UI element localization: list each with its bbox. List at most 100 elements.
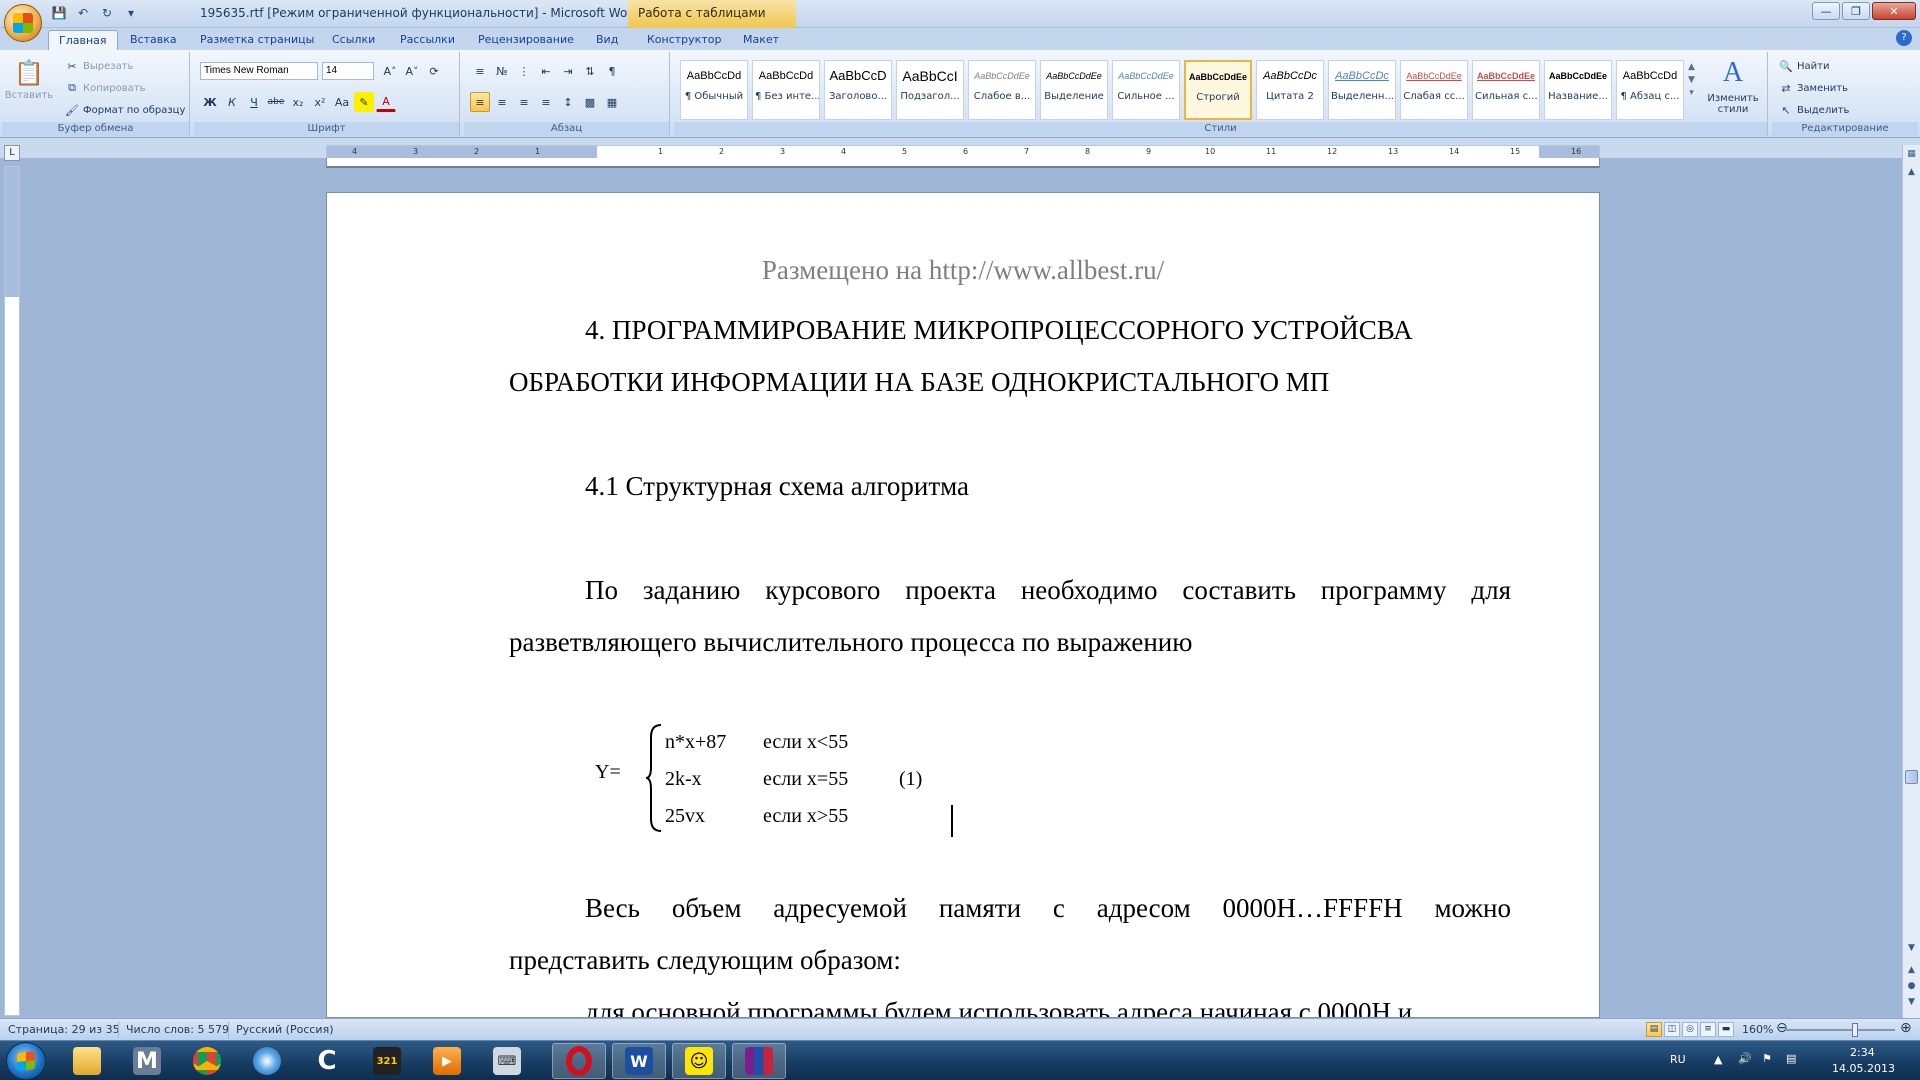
shading-icon[interactable]: ▩ — [580, 92, 600, 112]
clear-format-icon[interactable]: ⟳ — [424, 61, 444, 81]
italic-button[interactable]: К — [222, 92, 242, 112]
print-layout-icon[interactable]: ▤ — [1646, 1022, 1662, 1037]
increase-indent-icon[interactable]: ⇥ — [558, 61, 578, 81]
smiley-app-taskbar-button[interactable]: ☺ — [672, 1043, 726, 1079]
style-list-paragraph[interactable]: AaBbCcDd ¶ Абзац с... — [1616, 60, 1684, 120]
save-icon[interactable]: 💾 — [50, 4, 68, 22]
chrome-taskbar-button[interactable] — [180, 1043, 234, 1079]
tab-references[interactable]: Ссылки — [322, 30, 385, 50]
minimize-button[interactable]: — — [1812, 2, 1840, 20]
app-circle-taskbar-button[interactable] — [240, 1043, 294, 1079]
font-name-select[interactable]: Times New Roman — [200, 62, 318, 80]
styles-scroll[interactable]: ▲ ▼ ▾ — [1688, 62, 1695, 98]
paste-button[interactable]: 📋 Вставить — [5, 58, 53, 101]
office-button[interactable] — [4, 4, 42, 42]
close-button[interactable]: ✕ — [1872, 2, 1916, 20]
opera-taskbar-button[interactable] — [552, 1043, 606, 1079]
scroll-down-arrow-icon[interactable]: ▼ — [1905, 943, 1918, 953]
tab-layout[interactable]: Макет — [733, 30, 789, 50]
word-taskbar-button[interactable]: W — [612, 1043, 666, 1079]
numbering-icon[interactable]: № — [492, 61, 512, 81]
keyboard-app-taskbar-button[interactable]: ⌨ — [480, 1043, 534, 1079]
vertical-ruler[interactable] — [4, 166, 20, 1016]
vertical-scrollbar[interactable]: ▦ ▲ ▼ ▲ ● ▼ — [1902, 145, 1920, 1018]
tab-home[interactable]: Главная — [48, 30, 118, 50]
style-quote[interactable]: AaBbCcDc Цитата 2 — [1256, 60, 1324, 120]
style-emphasis[interactable]: AaBbCcDdEe Выделение — [1040, 60, 1108, 120]
style-book-title[interactable]: AaBbCcDdEe Название... — [1544, 60, 1612, 120]
zoom-level[interactable]: 160% — [1742, 1023, 1773, 1036]
document-page[interactable]: Размещено на http://www.allbest.ru/ 4. П… — [326, 192, 1600, 1018]
subscript-button[interactable]: x₂ — [288, 92, 308, 112]
bold-button[interactable]: Ж — [200, 92, 220, 112]
action-center-flag-icon[interactable]: ⚑ — [1762, 1052, 1772, 1065]
find-button[interactable]: 🔍 Найти — [1778, 58, 1829, 74]
cut-button[interactable]: ✂ Вырезать — [64, 58, 133, 74]
change-styles-button[interactable]: A Изменить стили — [1704, 56, 1762, 115]
draft-icon[interactable]: ▬ — [1718, 1022, 1734, 1037]
tab-insert[interactable]: Вставка — [120, 30, 187, 50]
page-counter[interactable]: Страница: 29 из 35 — [8, 1023, 120, 1036]
format-painter-button[interactable]: 🖌 Формат по образцу — [64, 102, 185, 118]
zoom-in-icon[interactable]: ⊕ — [1900, 1020, 1912, 1036]
zoom-out-icon[interactable]: ⊖ — [1776, 1020, 1788, 1036]
language-bar[interactable]: RU — [1670, 1053, 1686, 1066]
decrease-indent-icon[interactable]: ⇤ — [536, 61, 556, 81]
full-screen-reading-icon[interactable]: ◫ — [1664, 1022, 1680, 1037]
style-subtitle[interactable]: AaBbCcI Подзагол... — [896, 60, 964, 120]
sort-icon[interactable]: ⇅ — [580, 61, 600, 81]
ruler-toggle-icon[interactable]: ▦ — [1905, 149, 1918, 159]
explorer-taskbar-button[interactable] — [60, 1043, 114, 1079]
style-subtle-reference[interactable]: AaBbCcDdEe Слабая сс... — [1400, 60, 1468, 120]
more-styles-icon[interactable]: ▾ — [1689, 88, 1694, 98]
copy-button[interactable]: ⧉ Копировать — [64, 80, 145, 96]
style-subtle-emphasis[interactable]: AaBbCcDdEe Слабое в... — [968, 60, 1036, 120]
multilevel-list-icon[interactable]: ⋮ — [514, 61, 534, 81]
borders-icon[interactable]: ▦ — [602, 92, 622, 112]
winrar-taskbar-button[interactable] — [732, 1043, 786, 1079]
scroll-thumb[interactable] — [1905, 770, 1918, 784]
tab-design[interactable]: Конструктор — [637, 30, 731, 50]
media-player-classic-taskbar-button[interactable]: 321 — [360, 1043, 414, 1079]
app-c-taskbar-button[interactable]: C — [300, 1043, 354, 1079]
scroll-up-arrow-icon[interactable]: ▲ — [1905, 167, 1918, 177]
bullets-icon[interactable]: ≡ — [470, 61, 490, 81]
clock-time[interactable]: 2:34 — [1850, 1046, 1875, 1059]
tab-selector-icon[interactable]: L — [4, 145, 20, 161]
highlight-icon[interactable]: ✎ — [354, 92, 374, 112]
volume-icon[interactable]: 🔊 — [1738, 1052, 1752, 1065]
web-layout-icon[interactable]: ◎ — [1682, 1022, 1698, 1037]
font-color-button[interactable]: A — [376, 92, 396, 112]
browse-object-icon[interactable]: ● — [1905, 981, 1918, 991]
select-button[interactable]: ↖ Выделить — [1778, 102, 1849, 118]
word-count[interactable]: Число слов: 5 579 — [126, 1023, 229, 1036]
start-button[interactable] — [6, 1042, 46, 1080]
redo-icon[interactable]: ↻ — [98, 4, 116, 22]
grow-font-icon[interactable]: A˄ — [380, 61, 400, 81]
language-indicator[interactable]: Русский (Россия) — [236, 1023, 334, 1036]
clock-date[interactable]: 14.05.2013 — [1832, 1062, 1895, 1075]
style-intense-quote[interactable]: AaBbCcDc Выделенн... — [1328, 60, 1396, 120]
shrink-font-icon[interactable]: A˅ — [402, 61, 422, 81]
media-player-taskbar-button[interactable]: ▶ — [420, 1043, 474, 1079]
maximize-button[interactable]: ❐ — [1842, 2, 1870, 20]
style-no-spacing[interactable]: AaBbCcDd ¶ Без инте... — [752, 60, 820, 120]
show-marks-icon[interactable]: ¶ — [602, 61, 622, 81]
underline-button[interactable]: Ч — [244, 92, 264, 112]
align-right-icon[interactable]: ≡ — [514, 92, 534, 112]
tab-mailings[interactable]: Рассылки — [390, 30, 465, 50]
outline-icon[interactable]: ≡ — [1700, 1022, 1716, 1037]
superscript-button[interactable]: x² — [310, 92, 330, 112]
style-heading[interactable]: AaBbCcD Заголово... — [824, 60, 892, 120]
style-intense-reference[interactable]: AaBbCcDdEe Сильная с... — [1472, 60, 1540, 120]
app-m-taskbar-button[interactable]: M — [120, 1043, 174, 1079]
undo-icon[interactable]: ↶ — [74, 4, 92, 22]
change-case-button[interactable]: Aa — [332, 92, 352, 112]
line-spacing-icon[interactable]: ↕ — [558, 92, 578, 112]
style-normal[interactable]: AaBbCcDd ¶ Обычный — [680, 60, 748, 120]
network-icon[interactable]: ▤ — [1786, 1052, 1796, 1065]
style-strong[interactable]: AaBbCcDdEe Строгий — [1184, 60, 1252, 120]
help-icon[interactable]: ? — [1896, 30, 1912, 46]
align-center-icon[interactable]: ≡ — [492, 92, 512, 112]
zoom-slider-knob[interactable] — [1852, 1023, 1858, 1037]
